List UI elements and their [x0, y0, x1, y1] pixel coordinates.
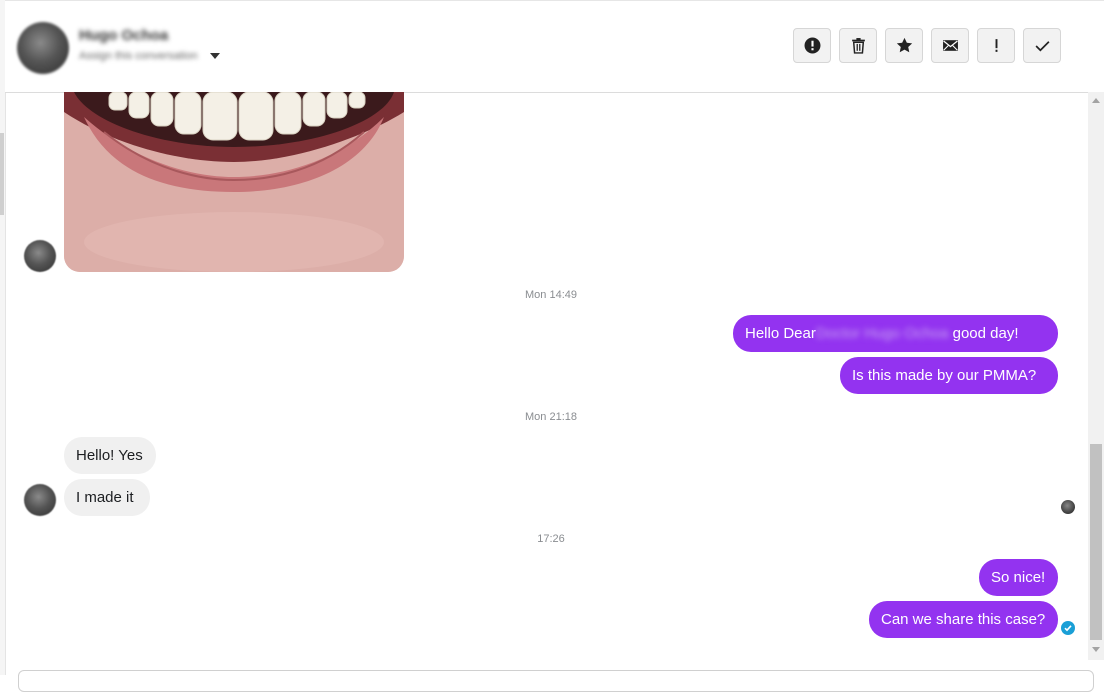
- teeth-photo-image: [64, 92, 404, 272]
- scroll-down-arrow-icon[interactable]: [1092, 647, 1100, 652]
- envelope-icon: [942, 40, 958, 51]
- chevron-down-icon[interactable]: [210, 53, 220, 59]
- timestamp: 17:26: [537, 533, 565, 545]
- left-panel-scroll-thumb[interactable]: [0, 133, 4, 215]
- mark-unread-button[interactable]: [931, 28, 969, 63]
- outgoing-message[interactable]: Is this made by our PMMA?: [840, 357, 1058, 394]
- message-composer[interactable]: [18, 670, 1094, 692]
- report-spam-button[interactable]: [793, 28, 831, 63]
- scroll-thumb[interactable]: [1090, 444, 1102, 640]
- outgoing-message[interactable]: So nice!: [979, 559, 1058, 596]
- sent-status-icon: [1061, 621, 1075, 635]
- star-button[interactable]: [885, 28, 923, 63]
- assign-conversation-label[interactable]: Assign this conversation: [79, 50, 198, 62]
- star-icon: [896, 37, 912, 53]
- contact-avatar[interactable]: [17, 22, 69, 74]
- conversation-header: Hugo Ochoa Assign this conversation: [5, 0, 1104, 93]
- exclamation-icon: [995, 39, 997, 52]
- message-text: Hello Dear: [745, 325, 816, 342]
- attached-photo[interactable]: [64, 92, 404, 272]
- timestamp: Mon 21:18: [525, 411, 577, 423]
- mark-important-button[interactable]: [977, 28, 1015, 63]
- alert-circle-icon: [804, 37, 820, 54]
- contact-avatar-small[interactable]: [24, 240, 56, 272]
- redacted-name: Doctor Hugo Ochoa: [815, 325, 949, 342]
- mark-done-button[interactable]: [1023, 28, 1061, 63]
- outgoing-message[interactable]: Can we share this case?: [869, 601, 1058, 638]
- incoming-message[interactable]: I made it: [64, 479, 150, 516]
- contact-avatar-small[interactable]: [24, 484, 56, 516]
- delete-button[interactable]: [839, 28, 877, 63]
- message-thread[interactable]: Mon 14:49 Hello DearDoctor Hugo Ochoa go…: [5, 92, 1087, 660]
- trash-icon: [851, 38, 865, 54]
- thread-scrollbar[interactable]: [1088, 92, 1104, 660]
- message-text: good day!: [952, 325, 1019, 342]
- contact-name[interactable]: Hugo Ochoa: [79, 27, 168, 44]
- checkmark-icon: [1035, 41, 1049, 52]
- scroll-up-arrow-icon[interactable]: [1092, 98, 1100, 103]
- header-actions: [793, 28, 1061, 63]
- outgoing-message[interactable]: Hello DearDoctor Hugo Ochoa good day!: [733, 315, 1058, 352]
- incoming-message[interactable]: Hello! Yes: [64, 437, 156, 474]
- timestamp: Mon 14:49: [525, 289, 577, 301]
- seen-indicator-avatar: [1061, 500, 1075, 514]
